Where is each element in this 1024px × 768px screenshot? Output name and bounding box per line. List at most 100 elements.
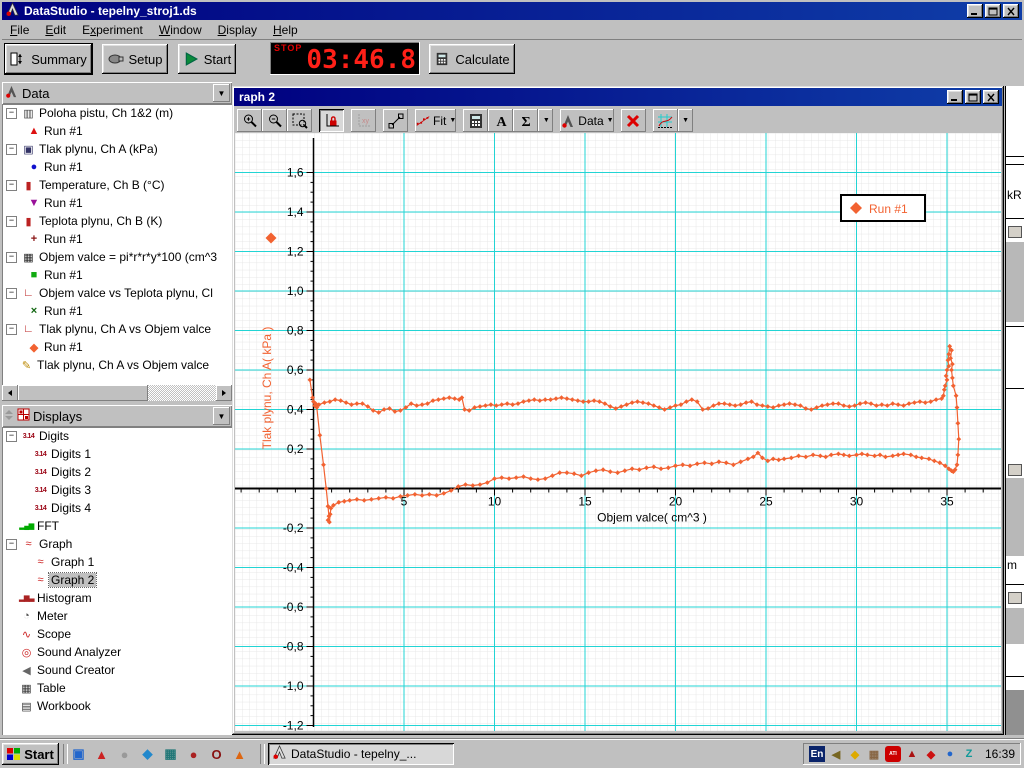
dragon-shortcut[interactable]: ● [185,746,202,763]
run-item[interactable]: ◆Run #1 [2,338,232,356]
run-item[interactable]: ■Run #1 [2,266,232,284]
collapse-icon[interactable]: − [6,216,17,227]
yellow-tool-icon[interactable]: ◆ [847,746,863,762]
close-button[interactable] [983,90,999,104]
collapse-icon[interactable]: − [6,431,17,442]
display-item-digits-2[interactable]: 3.14Digits 2 [2,463,232,481]
graph-titlebar[interactable]: raph 2 [234,88,1002,106]
statistics-dropdown[interactable]: ▼ [538,109,553,132]
maximize-button[interactable] [965,90,981,104]
start-menu-button[interactable]: Start [2,743,59,765]
scrollbar-thumb[interactable] [18,385,148,401]
collapse-icon[interactable]: − [6,144,17,155]
ati-icon[interactable]: ATI [885,746,901,762]
data-item-3[interactable]: −▮Teplota plynu, Ch B (K) [2,212,232,230]
data-item-6[interactable]: −∟Tlak plynu, Ch A vs Objem valce [2,320,232,338]
display-item-sound-creator[interactable]: ◀Sound Creator [2,661,232,679]
display-item-workbook[interactable]: ▤Workbook [2,697,232,715]
run-marker-plus: + [26,233,42,245]
menu-experiment[interactable]: Experiment [74,21,151,39]
data-item-2[interactable]: −▮Temperature, Ch B (°C) [2,176,232,194]
display-item-graph[interactable]: −≈Graph [2,535,232,553]
run-item[interactable]: ●Run #1 [2,158,232,176]
lock-axes-button[interactable] [319,109,344,132]
collapse-icon[interactable]: − [6,108,17,119]
data-item-4[interactable]: −▦Objem valce = pi*r*r*y*100 (cm^3 [2,248,232,266]
display-item-histogram[interactable]: ▂▆▃Histogram [2,589,232,607]
data-panel-menu-button[interactable]: ▼ [213,84,230,102]
delete-button[interactable] [621,109,646,132]
run-item[interactable]: ▲Run #1 [2,122,232,140]
inkpen-shortcut[interactable]: ◆ [139,746,156,763]
display-item-fft[interactable]: ▂▄▆FFT [2,517,232,535]
run-item[interactable]: ▼Run #1 [2,194,232,212]
red-diamond-icon[interactable]: ◆ [923,746,939,762]
collapse-icon[interactable]: − [6,539,17,550]
fit-dropdown[interactable]: Fit▼ [415,109,456,132]
maximize-button[interactable] [985,4,1001,18]
sync-icon[interactable]: ● [942,746,958,762]
setup-button[interactable]: Setup [102,44,168,74]
display-item-digits[interactable]: −3.14Digits [2,427,232,445]
menu-help[interactable]: Help [265,21,306,39]
collapse-icon[interactable]: − [6,252,17,263]
menu-edit[interactable]: Edit [37,21,74,39]
calculate-tool-button[interactable] [463,109,488,132]
data-tree-hscrollbar[interactable] [2,385,232,401]
pen-z-icon[interactable]: Z [961,746,977,762]
display-item-graph-2[interactable]: ≈Graph 2 [2,571,232,589]
smart-tool-button[interactable] [383,109,408,132]
minimize-button[interactable] [947,90,963,104]
data-item-0[interactable]: −▥Poloha pistu, Ch 1&2 (m) [2,104,232,122]
display-item-meter[interactable]: ◔Meter [2,607,232,625]
text-tool-button[interactable]: A [488,109,513,132]
display-item-digits-4[interactable]: 3.14Digits 4 [2,499,232,517]
statistics-button[interactable]: Σ [513,109,538,132]
displays-panel-menu-button[interactable]: ▼ [213,407,230,425]
zoom-select-button[interactable] [287,109,312,132]
settings-button[interactable] [653,109,678,132]
menu-file[interactable]: File [2,21,37,39]
display-item-table[interactable]: ▦Table [2,679,232,697]
summary-button[interactable]: Summary [5,44,92,74]
settings-dropdown[interactable]: ▼ [678,109,693,132]
display-item-sound-analyzer[interactable]: ◎Sound Analyzer [2,643,232,661]
zoom-in-button[interactable] [237,109,262,132]
data-item-7[interactable]: ✎Tlak plynu, Ch A vs Objem valce [2,356,232,374]
display-item-scope[interactable]: ∿Scope [2,625,232,643]
calculator-shortcut[interactable]: ▦ [162,746,179,763]
bird-shortcut[interactable]: ● [116,746,133,763]
run-item[interactable]: +Run #1 [2,230,232,248]
run-item[interactable]: ×Run #1 [2,302,232,320]
zoom-out-button[interactable] [262,109,287,132]
red-figure-icon[interactable]: ▲ [904,746,920,762]
legend[interactable]: Run #1 [841,195,925,221]
menu-display[interactable]: Display [210,21,265,39]
display-item-digits-1[interactable]: 3.14Digits 1 [2,445,232,463]
data-item-1[interactable]: −▣Tlak plynu, Ch A (kPa) [2,140,232,158]
calculate-button[interactable]: Calculate [429,44,515,74]
flame-shortcut[interactable]: ▲ [231,746,248,763]
display-item-digits-3[interactable]: 3.14Digits 3 [2,481,232,499]
scroll-right-icon[interactable] [216,385,232,401]
acrobat-shortcut[interactable]: ▲ [93,746,110,763]
minimize-button[interactable] [967,4,983,18]
collapse-icon[interactable]: − [6,180,17,191]
close-button[interactable] [1003,4,1019,18]
collapse-icon[interactable]: − [6,288,17,299]
data-dropdown[interactable]: Data▼ [560,109,613,132]
scheduler-icon[interactable]: ▦ [866,746,882,762]
menu-window[interactable]: Window [151,21,210,39]
language-en-indicator[interactable]: En [809,746,825,762]
notes-shortcut[interactable]: ▣ [70,746,87,763]
scroll-left-icon[interactable] [2,385,18,401]
display-item-graph-1[interactable]: ≈Graph 1 [2,553,232,571]
xy-data-icon: ∟ [20,287,37,299]
xy-tool-button[interactable]: xy [351,109,376,132]
opera-shortcut[interactable]: O [208,746,225,763]
volume-icon[interactable]: ◀ [828,746,844,762]
collapse-icon[interactable]: − [6,324,17,335]
data-item-5[interactable]: −∟Objem valce vs Teplota plynu, Cl [2,284,232,302]
start-button[interactable]: Start [178,44,236,74]
taskbar-task-datastudio[interactable]: DataStudio - tepelny_... [268,743,454,765]
